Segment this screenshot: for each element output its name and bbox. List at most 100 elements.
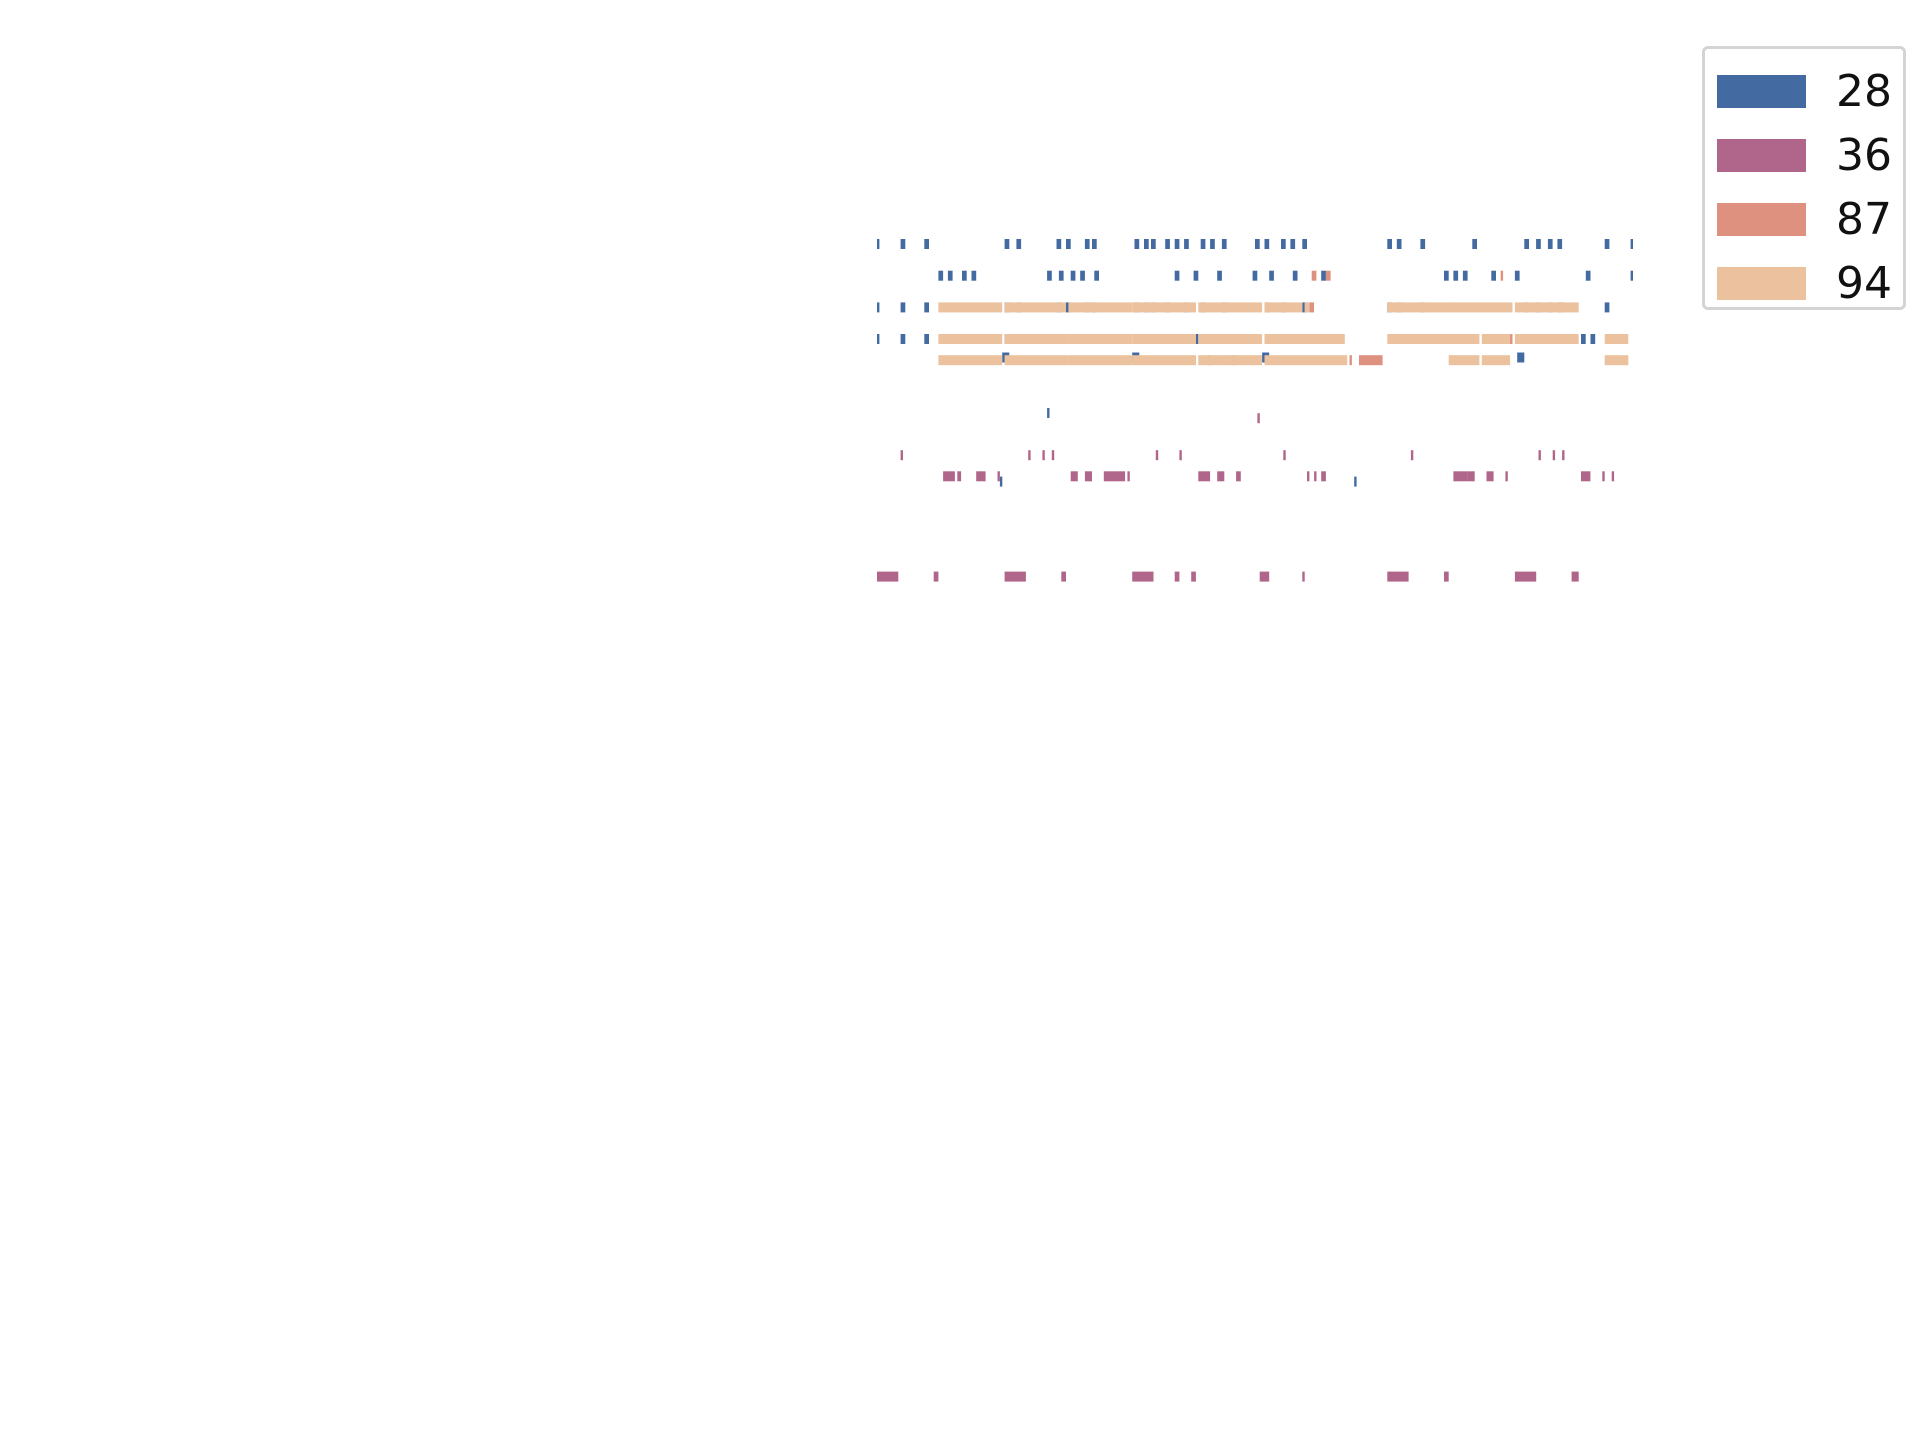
event-bar-28-7 [1084, 239, 1090, 249]
event-bar-28-26 [1472, 239, 1477, 249]
event-bar-28-30 [1557, 239, 1563, 249]
event-bar-36-26 [1453, 471, 1468, 482]
event-bar-94-5 [1264, 302, 1303, 313]
event-bar-28-10 [1144, 239, 1149, 249]
event-bar-36-25 [1321, 471, 1326, 482]
event-bar-36-28 [1486, 471, 1494, 482]
event-bar-36-35 [1004, 571, 1026, 582]
event-bar-28-47 [1292, 270, 1298, 281]
event-bar-36-1 [900, 450, 903, 461]
event-bar-28-53 [1514, 270, 1520, 281]
event-bar-28-41 [1094, 270, 1099, 281]
event-bar-36-19 [1127, 471, 1130, 482]
legend-label: 94 [1836, 257, 1892, 309]
event-bar-36-14 [976, 471, 986, 482]
event-bar-36-16 [1070, 471, 1078, 482]
legend-label: 28 [1836, 65, 1892, 117]
event-bar-28-31 [1604, 239, 1610, 249]
event-bar-28-8 [1092, 239, 1097, 249]
event-bar-28-29 [1547, 239, 1553, 249]
event-bar-28-15 [1200, 239, 1206, 249]
event-bar-28-51 [1462, 270, 1468, 281]
event-bar-28-39 [1070, 270, 1076, 281]
event-bar-87-3 [1309, 302, 1314, 313]
event-bar-28-33 [938, 270, 944, 281]
event-bar-36-4 [1051, 450, 1055, 461]
event-bar-28-25 [1420, 239, 1426, 249]
event-bar-36-40 [1259, 571, 1270, 582]
event-bar-36-39 [1191, 571, 1196, 582]
event-bar-94-7 [1387, 302, 1452, 313]
event-bar-94-25 [1198, 355, 1263, 366]
event-bar-28-35 [962, 270, 967, 281]
event-bar-94-9 [1514, 302, 1579, 313]
event-bar-94-24 [1132, 355, 1196, 366]
legend-swatch [1717, 74, 1806, 108]
event-bar-28-18 [1255, 239, 1260, 249]
event-bar-36-30 [1581, 471, 1591, 482]
event-bar-94-15 [1264, 334, 1345, 344]
legend-swatch [1717, 202, 1806, 236]
event-bar-36-43 [1444, 571, 1449, 582]
event-bar-28-45 [1252, 270, 1258, 281]
event-bar-36-11 [1562, 450, 1565, 461]
event-bar-36-33 [877, 571, 899, 582]
legend-label: 36 [1836, 129, 1892, 181]
event-bar-94-19 [1514, 334, 1579, 344]
event-bar-28-2 [924, 239, 929, 249]
event-bar-36-29 [1505, 471, 1508, 482]
event-bar-28-0 [877, 239, 880, 249]
event-bar-94-12 [1068, 334, 1133, 344]
event-bar-28-9 [1134, 239, 1140, 249]
event-bar-36-9 [1538, 450, 1541, 461]
event-bar-28-46 [1269, 270, 1274, 281]
event-bar-28-82 [1604, 302, 1610, 313]
event-bar-28-112 [999, 476, 1003, 487]
event-bar-28-44 [1217, 270, 1222, 281]
event-bar-36-12 [943, 471, 955, 482]
event-bar-94-26 [1264, 355, 1348, 366]
event-bar-28-114 [1354, 476, 1357, 487]
event-bar-94-2 [1068, 302, 1133, 313]
event-bar-36-31 [1602, 471, 1605, 482]
event-bar-28-14 [1184, 239, 1189, 249]
event-bar-94-1 [1004, 302, 1066, 313]
event-bar-36-45 [1571, 571, 1579, 582]
event-bar-94-22 [1004, 355, 1069, 366]
event-bar-87-0 [1311, 270, 1317, 281]
event-bar-28-106 [1581, 334, 1586, 344]
event-bar-28-37 [1047, 270, 1052, 281]
event-bar-28-24 [1396, 239, 1402, 249]
legend-item-36: 36 [1717, 123, 1903, 187]
event-bar-28-85 [924, 334, 929, 344]
event-bar-94-20 [1604, 334, 1629, 344]
event-bar-28-36 [971, 270, 977, 281]
event-bar-28-83 [877, 334, 880, 344]
event-bar-36-15 [997, 471, 1000, 482]
event-bar-28-17 [1221, 239, 1227, 249]
event-bar-28-32 [1630, 239, 1633, 249]
event-bar-28-20 [1281, 239, 1286, 249]
event-bar-28-40 [1080, 270, 1085, 281]
event-bar-94-11 [1004, 334, 1069, 344]
event-bar-36-7 [1283, 450, 1286, 461]
event-bar-28-12 [1165, 239, 1170, 249]
event-bar-28-34 [947, 270, 953, 281]
event-bar-28-4 [1016, 239, 1022, 249]
event-bar-36-41 [1302, 571, 1305, 582]
event-bar-36-10 [1552, 450, 1556, 461]
event-bar-28-21 [1290, 239, 1296, 249]
event-bar-87-1 [1325, 270, 1331, 281]
event-bar-94-0 [938, 302, 1003, 313]
event-bar-28-57 [900, 302, 906, 313]
event-bar-28-19 [1264, 239, 1270, 249]
event-bar-28-5 [1056, 239, 1062, 249]
event-bar-28-48 [1321, 270, 1326, 281]
event-bar-36-6 [1179, 450, 1182, 461]
event-bar-36-13 [957, 471, 962, 482]
event-bar-94-3 [1132, 302, 1196, 313]
event-bar-28-56 [877, 302, 880, 313]
legend-item-94: 94 [1717, 251, 1903, 315]
event-bar-94-14 [1198, 334, 1263, 344]
event-bar-28-58 [924, 302, 929, 313]
